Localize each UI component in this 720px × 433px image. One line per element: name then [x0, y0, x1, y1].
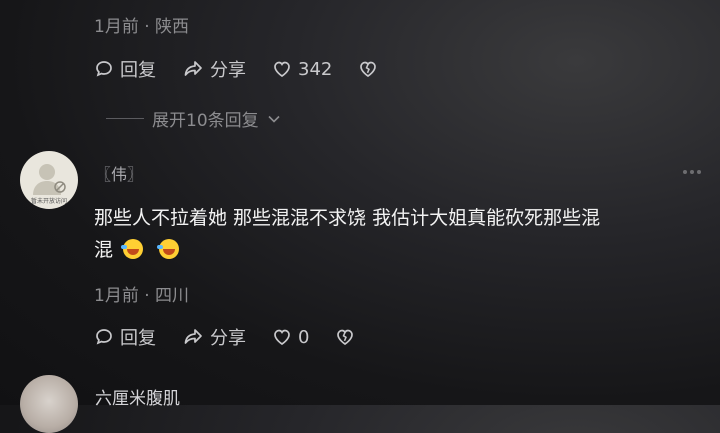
share-arrow-icon — [182, 59, 204, 79]
more-dots-icon[interactable] — [683, 170, 701, 174]
comment-text-line1: 那些人不拉着她 那些混混不求饶 我估计大姐真能砍死那些混 — [94, 207, 601, 229]
comment-text-line2: 混 — [94, 234, 704, 266]
speech-bubble-icon — [94, 327, 114, 347]
comment-username[interactable]: 〖伟〗 — [95, 161, 143, 185]
share-button[interactable]: 分享 — [182, 324, 246, 350]
comment-username[interactable]: 六厘米腹肌 — [95, 384, 180, 409]
broken-heart-icon — [358, 59, 378, 79]
share-button[interactable]: 分享 — [182, 56, 246, 82]
comment-actions: 回复 分享 0 — [94, 324, 355, 350]
dislike-button[interactable] — [335, 324, 355, 350]
divider — [106, 118, 144, 119]
comment-text-line2-text: 混 — [94, 239, 114, 261]
comment-meta: 1月前 · 四川 — [94, 286, 190, 306]
laughing-crying-emoji-icon — [121, 239, 144, 259]
comment-meta-prev: 1月前 · 陕西 — [94, 17, 190, 37]
heart-icon — [272, 327, 292, 347]
dislike-button[interactable] — [358, 56, 378, 82]
like-count: 342 — [298, 58, 333, 80]
comment-actions-prev: 回复 分享 342 — [94, 56, 378, 82]
heart-icon — [272, 59, 292, 79]
like-button[interactable]: 0 — [272, 324, 309, 350]
reply-label: 回复 — [120, 328, 156, 349]
share-label: 分享 — [210, 60, 246, 81]
like-count: 0 — [298, 326, 310, 348]
chevron-down-icon — [267, 112, 281, 126]
avatar[interactable]: 暂未开放访问 — [20, 151, 78, 209]
share-arrow-icon — [182, 327, 204, 347]
like-button[interactable]: 342 — [272, 56, 332, 82]
reply-button[interactable]: 回复 — [94, 324, 156, 350]
expand-replies-label: 展开10条回复 — [152, 111, 259, 131]
comment-text: 那些人不拉着她 那些混混不求饶 我估计大姐真能砍死那些混 混 — [94, 202, 704, 266]
broken-heart-icon — [335, 327, 355, 347]
laughing-crying-emoji-icon — [157, 239, 180, 259]
expand-replies-button[interactable]: 展开10条回复 — [106, 106, 281, 131]
avatar-caption: 暂未开放访问 — [30, 198, 67, 205]
share-label: 分享 — [210, 328, 246, 349]
reply-button[interactable]: 回复 — [94, 56, 156, 82]
avatar[interactable] — [20, 375, 78, 433]
reply-label: 回复 — [120, 60, 156, 81]
speech-bubble-icon — [94, 59, 114, 79]
